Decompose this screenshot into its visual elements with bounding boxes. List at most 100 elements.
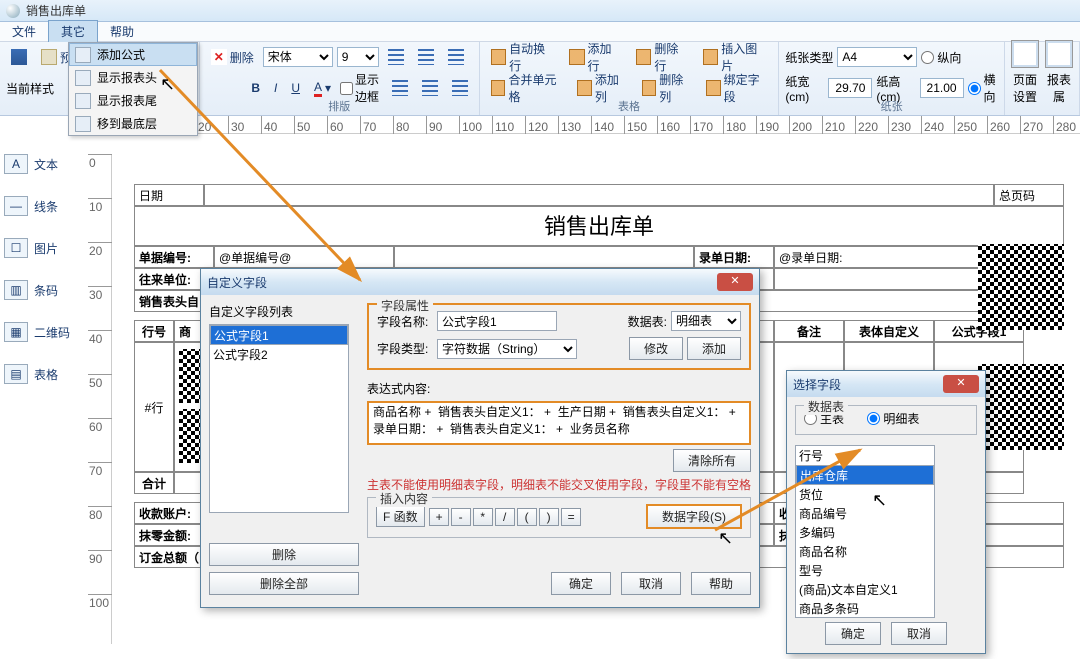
cell-date-label[interactable]: 日期 (134, 184, 204, 206)
menu-help[interactable]: 帮助 (98, 21, 146, 42)
select-list-item[interactable]: 货位 (796, 485, 934, 504)
autowrap-icon (491, 49, 506, 65)
dlg-custom-title: 自定义字段 (207, 274, 267, 291)
palette-icon: ☐ (4, 238, 28, 258)
dlg-select-titlebar[interactable]: 选择字段 ✕ (787, 371, 985, 397)
selfld-ok-button[interactable]: 确定 (825, 622, 881, 645)
cell-docno-lbl[interactable]: 单据编号: (134, 246, 214, 268)
palette-线条[interactable]: —线条 (4, 196, 84, 216)
qr-big-1[interactable] (978, 244, 1064, 330)
font-select[interactable]: 宋体 (263, 47, 333, 67)
qr-big-2[interactable] (978, 364, 1064, 450)
op-button[interactable]: = (561, 508, 581, 526)
cell-entrydate-lbl[interactable]: 录单日期: (694, 246, 774, 268)
dlg-help-button[interactable]: 帮助 (691, 572, 751, 595)
select-list-item[interactable]: 型号 (796, 561, 934, 580)
palette-文本[interactable]: A文本 (4, 154, 84, 174)
select-list-item[interactable]: 行号 (796, 446, 934, 465)
report-prop-button[interactable]: 报表属 (1045, 40, 1073, 105)
report-title[interactable]: 销售出库单 (134, 206, 1064, 246)
valign-bot[interactable] (447, 77, 473, 99)
fieldlist-item-0[interactable]: 公式字段1 (210, 325, 348, 345)
select-list-item[interactable]: (商品)文本自定义1 (796, 580, 934, 599)
op-button[interactable]: - (451, 508, 471, 526)
op-button[interactable]: ( (517, 508, 537, 526)
palette-条码[interactable]: ▥条码 (4, 280, 84, 300)
delete-button[interactable]: 删除 (206, 46, 259, 69)
palette-表格[interactable]: ▤表格 (4, 364, 84, 384)
cell-docno-val[interactable]: @单据编号@ (214, 246, 394, 268)
select-list-item[interactable]: 出库仓库 (796, 465, 934, 485)
cursor-icon: ↖ (872, 490, 887, 511)
op-button[interactable]: / (495, 508, 515, 526)
fontcolor-button[interactable]: A▾ (309, 77, 336, 100)
save-icon (11, 49, 27, 65)
dlg-custom-titlebar[interactable]: 自定义字段 ✕ (201, 269, 759, 295)
paper-type-select[interactable]: A4 (837, 47, 917, 67)
ribbon-group-page: 页面设置 报表属 (1005, 42, 1080, 115)
fieldtype-select[interactable]: 字符数据（String） (437, 339, 577, 359)
dlg-custom-close[interactable]: ✕ (717, 273, 753, 291)
menu-other[interactable]: 其它 (48, 20, 98, 43)
ft-sum[interactable]: 合计 (134, 472, 174, 494)
dlg-cancel-button[interactable]: 取消 (621, 572, 681, 595)
fn-button[interactable]: F 函数 (376, 506, 425, 527)
modify-button[interactable]: 修改 (629, 337, 683, 360)
palette-二维码[interactable]: ▦二维码 (4, 322, 84, 342)
dd-show-footer[interactable]: 显示报表尾 (69, 89, 197, 112)
underline-button[interactable]: U (286, 78, 305, 98)
fieldlist-item-1[interactable]: 公式字段2 (210, 345, 348, 364)
palette-icon: ▥ (4, 280, 28, 300)
field-attrs-group: 字段属性 字段名称: 数据表: 明细表 字段类型: 字符数据（String） 修… (367, 303, 751, 370)
menu-file[interactable]: 文件 (0, 21, 48, 42)
save-button[interactable] (6, 46, 32, 68)
fieldlist[interactable]: 公式字段1 公式字段2 (209, 324, 349, 513)
hd-bodycustom[interactable]: 表体自定义 (844, 320, 934, 342)
expression-textarea[interactable] (367, 401, 751, 445)
datafield-button[interactable]: 数据字段(S) (646, 504, 742, 529)
delrow-icon (636, 49, 651, 65)
cell-page-label[interactable]: 总页码 (994, 184, 1064, 206)
dlg-ok-button[interactable]: 确定 (551, 572, 611, 595)
fontsize-select[interactable]: 9 (337, 47, 379, 67)
op-button[interactable]: ) (539, 508, 559, 526)
select-list-item[interactable]: 商品多条码 (796, 599, 934, 618)
fieldname-input[interactable] (437, 311, 557, 331)
cell-mid[interactable] (394, 246, 694, 268)
italic-button[interactable]: I (269, 78, 282, 98)
selfld-cancel-button[interactable]: 取消 (891, 622, 947, 645)
op-button[interactable]: + (429, 508, 449, 526)
paper-height-input[interactable] (920, 78, 964, 98)
align-left[interactable] (383, 46, 409, 68)
valign-top[interactable] (387, 77, 413, 99)
body-rownum[interactable]: #行号 (134, 342, 174, 472)
datatable-select[interactable]: 明细表 (671, 311, 741, 331)
hd-remark[interactable]: 备注 (774, 320, 844, 342)
select-list-item[interactable]: 商品编号 (796, 504, 934, 523)
dlg-select-close[interactable]: ✕ (943, 375, 979, 393)
bold-button[interactable]: B (246, 78, 265, 98)
align-right[interactable] (443, 46, 469, 68)
dd-add-formula[interactable]: 添加公式 (69, 43, 197, 66)
select-list-item[interactable]: 多编码 (796, 523, 934, 542)
delete-all-button[interactable]: 删除全部 (209, 572, 359, 595)
select-list-item[interactable]: 商品名称 (796, 542, 934, 561)
ds-detail-radio[interactable]: 明细表 (867, 410, 919, 427)
valign-mid[interactable] (417, 77, 443, 99)
palette-图片[interactable]: ☐图片 (4, 238, 84, 258)
dd-move-bottom[interactable]: 移到最底层 (69, 112, 197, 135)
send-back-icon (75, 116, 91, 132)
cell-date-val[interactable] (204, 184, 994, 206)
delete-field-button[interactable]: 删除 (209, 543, 359, 566)
dd-show-header[interactable]: 显示报表头 (69, 66, 197, 89)
page-setup-button[interactable]: 页面设置 (1011, 40, 1039, 105)
op-button[interactable]: * (473, 508, 493, 526)
clear-all-button[interactable]: 清除所有 (673, 449, 751, 472)
select-field-list[interactable]: 行号出库仓库货位商品编号多编码商品名称型号(商品)文本自定义1商品多条码业务员名… (795, 445, 935, 618)
add-button[interactable]: 添加 (687, 337, 741, 360)
align-center[interactable] (413, 46, 439, 68)
paper-width-input[interactable] (828, 78, 872, 98)
hd-rownum[interactable]: 行号 (134, 320, 174, 342)
ruler-vertical: 0102030405060708090100 (88, 154, 112, 644)
orientation-portrait[interactable]: 纵向 (921, 49, 961, 66)
